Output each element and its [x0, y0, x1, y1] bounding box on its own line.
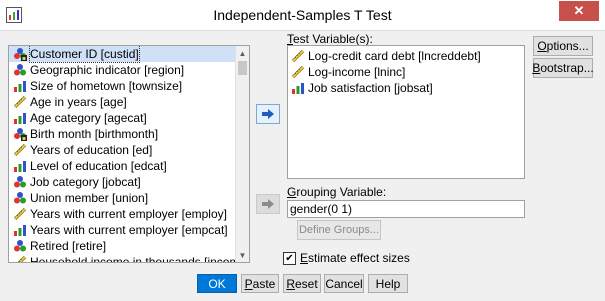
nominal-icon	[13, 191, 27, 205]
grouping-variable-field[interactable]: gender(0 1)	[287, 200, 525, 218]
source-items: Customer ID [custid] Geographic indicator…	[9, 46, 249, 262]
source-variable-item-label: Job category [jobcat]	[30, 175, 141, 189]
source-variable-item-label: Retired [retire]	[30, 239, 107, 253]
test-variable-item[interactable]: Log-credit card debt [lncreddebt]	[288, 48, 524, 64]
ordinal-icon	[13, 111, 27, 125]
source-variable-item[interactable]: Years with current employer [empcat]	[9, 222, 235, 238]
test-variable-item[interactable]: Job satisfaction [jobsat]	[288, 80, 524, 96]
options-button[interactable]: Options...	[533, 36, 593, 56]
grouping-variable-label: Grouping Variable:	[287, 185, 387, 199]
source-variable-list[interactable]: Customer ID [custid] Geographic indicator…	[8, 45, 250, 263]
source-variable-item[interactable]: Birth month [birthmonth]	[9, 126, 235, 142]
move-to-grouping-button[interactable]	[256, 194, 280, 214]
ordinal-icon	[13, 223, 27, 237]
window-title: Independent-Samples T Test	[213, 7, 392, 23]
scroll-up-icon[interactable]: ▲	[236, 46, 249, 60]
source-variable-item-label: Household income in thousands [income]	[30, 255, 250, 263]
source-variable-item[interactable]: Years with current employer [employ]	[9, 206, 235, 222]
source-list-scrollbar[interactable]: ▲ ▼	[235, 46, 249, 262]
test-variable-item-label: Log-credit card debt [lncreddebt]	[308, 49, 481, 63]
nominal-icon	[13, 63, 27, 77]
source-variable-item[interactable]: Union member [union]	[9, 190, 235, 206]
test-variable-item-label: Job satisfaction [jobsat]	[308, 81, 433, 95]
nominal-icon	[13, 175, 27, 189]
arrow-right-icon	[262, 109, 274, 119]
source-variable-item-label: Level of education [edcat]	[30, 159, 167, 173]
define-groups-button[interactable]: Define Groups...	[297, 220, 381, 240]
source-variable-item[interactable]: Age category [agecat]	[9, 110, 235, 126]
source-variable-item-label: Birth month [birthmonth]	[30, 127, 159, 141]
title-bar: Independent-Samples T Test ✕	[0, 0, 605, 31]
reset-button[interactable]: Reset	[283, 274, 321, 293]
source-variable-item[interactable]: Years of education [ed]	[9, 142, 235, 158]
source-variable-item[interactable]: Household income in thousands [income]	[9, 254, 249, 262]
source-variable-item[interactable]: Geographic indicator [region]	[9, 62, 235, 78]
source-variable-item-label: Age category [agecat]	[30, 111, 147, 125]
source-variable-item-label: Size of hometown [townsize]	[30, 79, 183, 93]
source-variable-item[interactable]: Job category [jobcat]	[9, 174, 235, 190]
scale-icon	[291, 49, 305, 63]
estimate-effect-sizes-label: Estimate effect sizes	[300, 251, 410, 265]
close-button[interactable]: ✕	[559, 1, 599, 21]
source-variable-item-label: Geographic indicator [region]	[30, 63, 185, 77]
test-variable-item-label: Log-income [lninc]	[308, 65, 406, 79]
source-variable-item-label: Age in years [age]	[30, 95, 127, 109]
test-variables-list[interactable]: Log-credit card debt [lncreddebt] Log-inc…	[287, 45, 525, 179]
ordinal-icon	[13, 79, 27, 93]
test-variable-items: Log-credit card debt [lncreddebt] Log-inc…	[288, 48, 524, 96]
cancel-button[interactable]: Cancel	[324, 274, 364, 293]
source-variable-item-label: Customer ID [custid]	[29, 46, 140, 63]
source-variable-item-label: Years with current employer [empcat]	[30, 223, 228, 237]
scale-icon	[13, 143, 27, 157]
source-variable-item[interactable]: Customer ID [custid]	[9, 46, 235, 63]
estimate-effect-sizes-row[interactable]: ✔ Estimate effect sizes	[283, 251, 410, 265]
scroll-down-icon[interactable]: ▼	[236, 248, 249, 262]
bootstrap-button[interactable]: Bootstrap...	[532, 58, 594, 78]
move-to-test-variables-button[interactable]	[256, 104, 280, 124]
source-variable-item[interactable]: Retired [retire]	[9, 238, 235, 254]
test-variables-label: Test Variable(s):	[287, 32, 373, 46]
scale-icon	[291, 65, 305, 79]
scale-icon	[13, 255, 27, 262]
source-variable-item[interactable]: Size of hometown [townsize]	[9, 78, 235, 94]
test-variable-item[interactable]: Log-income [lninc]	[288, 64, 524, 80]
nominal-id-icon	[13, 127, 27, 141]
source-variable-item[interactable]: Level of education [edcat]	[9, 158, 235, 174]
source-variable-item[interactable]: Age in years [age]	[9, 94, 235, 110]
help-button[interactable]: Help	[368, 274, 408, 293]
source-variable-item-label: Years of education [ed]	[30, 143, 153, 157]
ok-button[interactable]: OK	[197, 274, 237, 293]
scale-icon	[13, 207, 27, 221]
source-variable-item-label: Union member [union]	[30, 191, 149, 205]
scale-icon	[13, 95, 27, 109]
source-variable-item-label: Years with current employer [employ]	[30, 207, 227, 221]
paste-button[interactable]: Paste	[241, 274, 279, 293]
nominal-id-icon	[13, 47, 27, 61]
nominal-icon	[13, 239, 27, 253]
ordinal-icon	[13, 159, 27, 173]
ordinal-icon	[291, 81, 305, 95]
scroll-thumb[interactable]	[238, 61, 247, 75]
arrow-right-icon	[262, 199, 274, 209]
dialog-window: Independent-Samples T Test ✕ Customer ID…	[0, 0, 605, 301]
estimate-effect-sizes-checkbox[interactable]: ✔	[283, 251, 296, 265]
